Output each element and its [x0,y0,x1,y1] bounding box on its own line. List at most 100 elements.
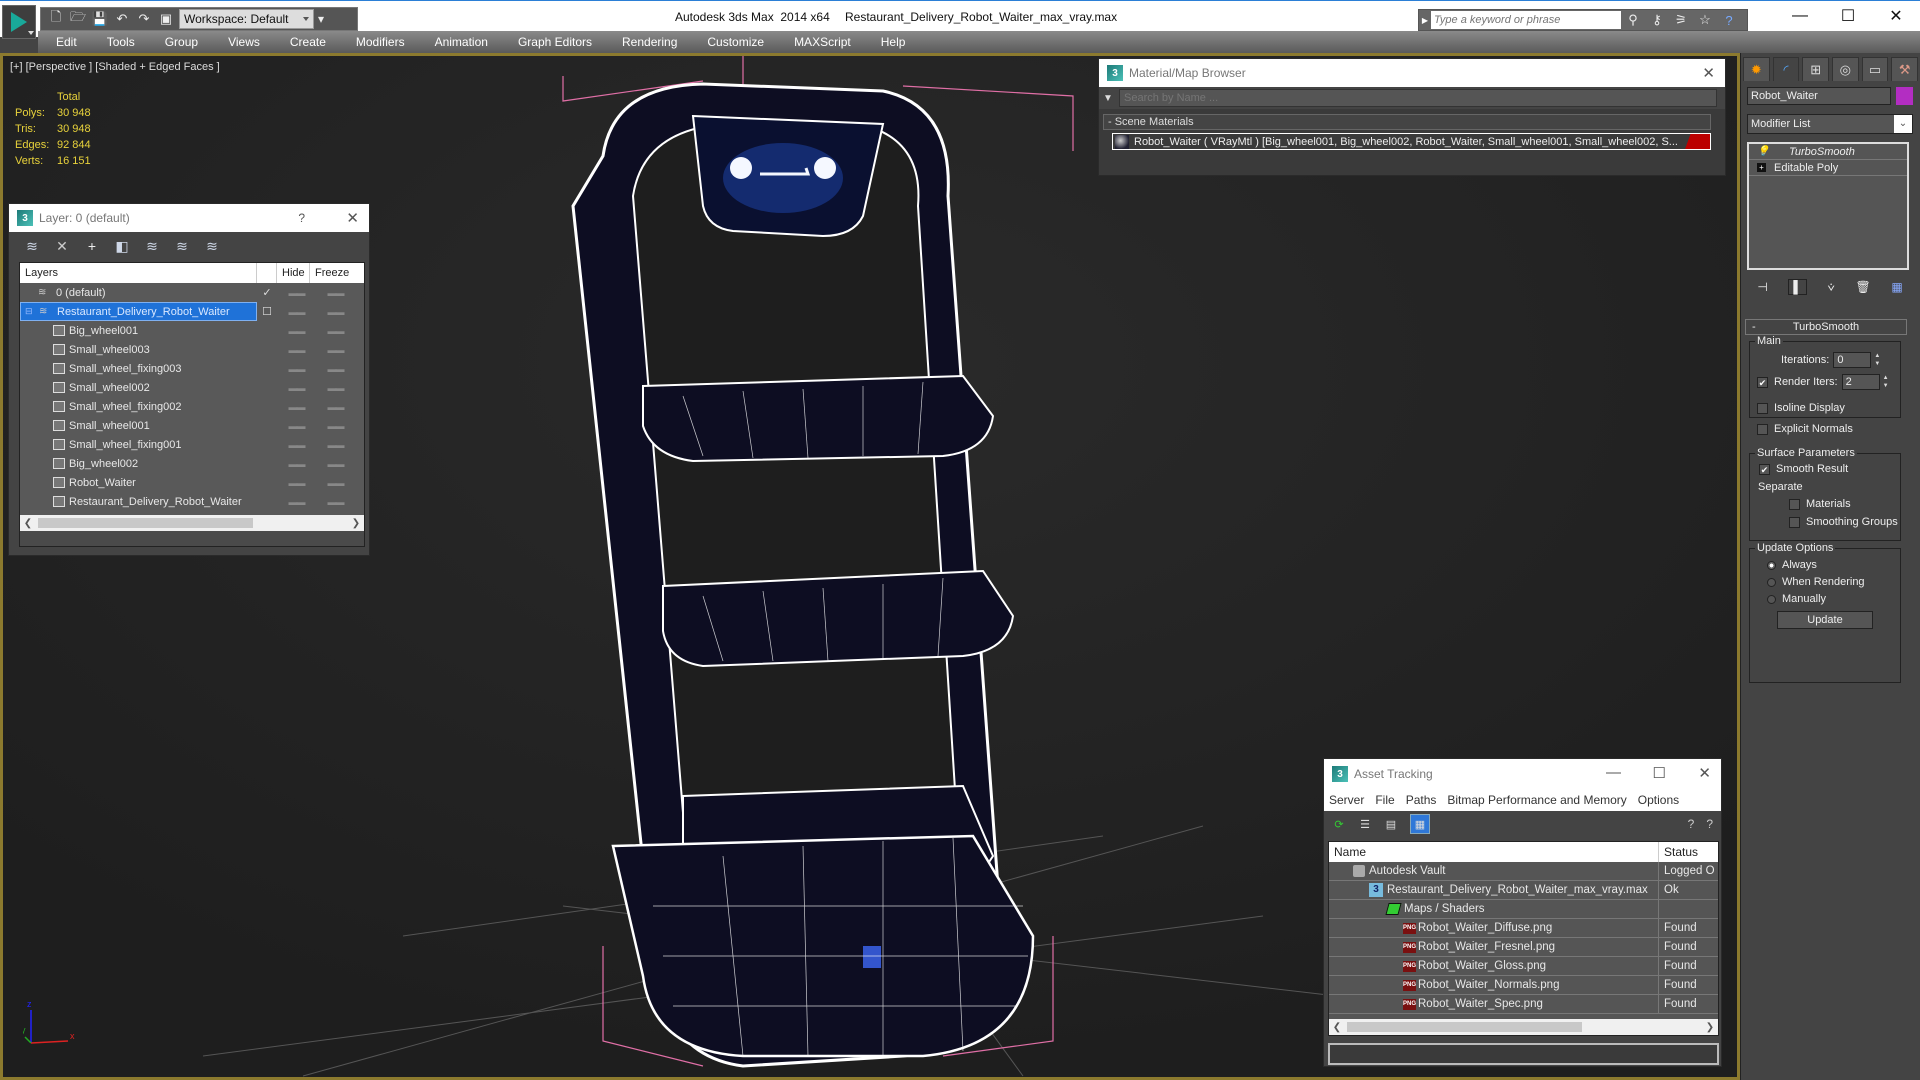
hide-toggle[interactable]: ▬▬ [277,307,316,317]
close-button[interactable]: ✕ [1698,764,1711,782]
delete-layer-icon[interactable]: ✕ [53,237,71,255]
vault-help-icon[interactable]: ? [1688,817,1695,831]
app-menu-button[interactable] [2,5,36,39]
motion-tab-icon[interactable]: ◎ [1832,57,1859,81]
freeze-toggle[interactable]: ▬▬ [316,421,355,431]
project-folder-icon[interactable]: ▣ [157,10,175,28]
object-name-field[interactable]: Robot_Waiter [1747,87,1891,105]
menu-views[interactable]: Views [210,35,272,49]
menu-paths[interactable]: Paths [1406,793,1437,807]
menu-tools[interactable]: Tools [89,35,147,49]
configure-sets-icon[interactable]: ▦ [1891,280,1902,294]
display-tab-icon[interactable]: ▭ [1861,57,1889,81]
menu-options[interactable]: Options [1638,793,1679,807]
redo-icon[interactable]: ↷ [135,10,153,28]
asset-row[interactable]: Autodesk Vault Logged O [1329,862,1718,881]
star-icon[interactable]: ☆ [1693,12,1717,28]
material-item[interactable]: Robot_Waiter ( VRayMtl ) [Big_wheel001, … [1112,133,1711,150]
material-browser-titlebar[interactable]: 3 Material/Map Browser ✕ [1099,59,1725,87]
object-row[interactable]: Small_wheel001 ▬▬ ▬▬ [20,416,364,435]
hide-toggle[interactable]: ▬▬ [277,326,316,336]
menu-server[interactable]: Server [1329,793,1364,807]
layer-row-selected[interactable]: ⊟ ≋ Restaurant_Delivery_Robot_Waiter ☐ ▬▬ ▬▬ [20,302,364,321]
menu-rendering[interactable]: Rendering [604,35,689,49]
help-icon[interactable]: ? [1717,13,1741,28]
freeze-toggle[interactable]: ▬▬ [316,307,355,317]
asset-row[interactable]: Maps / Shaders [1329,900,1718,919]
add-to-layer-icon[interactable]: + [83,237,101,255]
smooth-result-checkbox[interactable]: ✔ [1759,463,1770,475]
refresh-icon[interactable]: ⟳ [1332,817,1346,831]
when-rendering-radio[interactable] [1767,577,1776,587]
create-layer-icon[interactable]: ≋ [23,237,41,255]
pin-stack-icon[interactable]: ⊣ [1757,280,1767,294]
scene-materials-group[interactable]: - Scene Materials [1103,114,1711,130]
expand-arrow-icon[interactable]: ▶ [1419,16,1431,25]
freeze-toggle[interactable]: ▬▬ [316,459,355,469]
freeze-toggle[interactable]: ▬▬ [316,364,355,374]
object-row[interactable]: Restaurant_Delivery_Robot_Waiter ▬▬ ▬▬ [20,492,364,511]
freeze-toggle[interactable]: ▬▬ [316,326,355,336]
iterations-spinner[interactable]: 0 [1833,352,1872,368]
render-iters-checkbox[interactable]: ✔ [1757,376,1768,388]
hide-toggle[interactable]: ▬▬ [277,402,316,412]
hide-toggle[interactable]: ▬▬ [277,383,316,393]
key-icon[interactable]: ⚷ [1645,12,1669,28]
menu-create[interactable]: Create [272,35,338,49]
viewport-label[interactable]: [+] [Perspective ] [Shaded + Edged Faces… [10,61,220,73]
menu-file[interactable]: File [1375,793,1394,807]
hide-toggle[interactable]: ▬▬ [277,440,316,450]
object-color-swatch[interactable] [1896,87,1913,105]
col-name[interactable]: Name [1329,842,1659,862]
keyword-search-input[interactable] [1431,11,1621,29]
manually-radio[interactable] [1767,594,1776,604]
remove-modifier-icon[interactable]: 🗑 [1855,280,1870,294]
close-button[interactable]: ✕ [1702,64,1715,82]
help-button[interactable]: ? [298,211,305,225]
layer-panel-titlebar[interactable]: 3 Layer: 0 (default) ? ✕ [9,204,369,232]
show-end-result-icon[interactable]: ▌ [1788,279,1807,295]
close-button[interactable]: ✕ [346,209,359,227]
col-hide[interactable]: Hide [277,263,310,283]
col-status[interactable]: Status [1659,842,1698,862]
modify-tab-icon[interactable]: ◜ [1772,57,1800,81]
scrollbar-thumb[interactable] [1347,1022,1582,1032]
current-box-icon[interactable]: ☐ [257,305,277,318]
col-freeze[interactable]: Freeze [310,263,355,283]
render-iters-spinner[interactable]: 2 [1841,374,1880,390]
freeze-toggle[interactable]: ▬▬ [316,402,355,412]
hide-toggle[interactable]: ▬▬ [277,345,316,355]
freeze-toggle[interactable]: ▬▬ [316,478,355,488]
scroll-right-icon[interactable]: ❯ [1702,1022,1718,1033]
asset-path-field[interactable] [1328,1043,1719,1065]
object-row[interactable]: Big_wheel002 ▬▬ ▬▬ [20,454,364,473]
object-row[interactable]: Small_wheel002 ▬▬ ▬▬ [20,378,364,397]
hide-toggle[interactable]: ▬▬ [277,497,316,507]
help-icon[interactable]: ? [1706,817,1713,831]
turbosmooth-rollout[interactable]: - TurboSmooth [1745,319,1907,335]
asset-row[interactable]: PNG Robot_Waiter_Normals.png Found [1329,976,1718,995]
list-view-icon[interactable]: ☰ [1358,817,1372,831]
menu-modifiers[interactable]: Modifiers [338,35,417,49]
undo-icon[interactable]: ↶ [113,10,131,28]
expand-icon[interactable]: + [1757,163,1766,172]
asset-row[interactable]: PNG Robot_Waiter_Gloss.png Found [1329,957,1718,976]
maximize-button[interactable]: ☐ [1653,764,1666,782]
maximize-button[interactable]: ☐ [1824,1,1872,31]
menu-customize[interactable]: Customize [689,35,776,49]
asset-tracking-titlebar[interactable]: 3 Asset Tracking — ☐ ✕ [1324,759,1721,789]
hide-freeze-icon[interactable]: ≋ [203,237,221,255]
customize-toolbar-icon[interactable]: ▾ [318,12,324,26]
object-row[interactable]: Small_wheel003 ▬▬ ▬▬ [20,340,364,359]
update-button[interactable]: Update [1777,611,1873,629]
collapse-icon[interactable]: ⊟ [25,306,39,317]
object-row[interactable]: Small_wheel_fixing003 ▬▬ ▬▬ [20,359,364,378]
lightbulb-icon[interactable]: 💡 [1757,146,1769,157]
hide-toggle[interactable]: ▬▬ [277,288,316,298]
new-file-icon[interactable]: 🗋 [47,9,65,28]
horizontal-scrollbar[interactable]: ❮ ❯ [20,515,364,531]
freeze-toggle[interactable]: ▬▬ [316,288,355,298]
hide-toggle[interactable]: ▬▬ [277,364,316,374]
scroll-left-icon[interactable]: ❮ [20,518,36,529]
select-objects-icon[interactable]: ◧ [113,237,131,255]
